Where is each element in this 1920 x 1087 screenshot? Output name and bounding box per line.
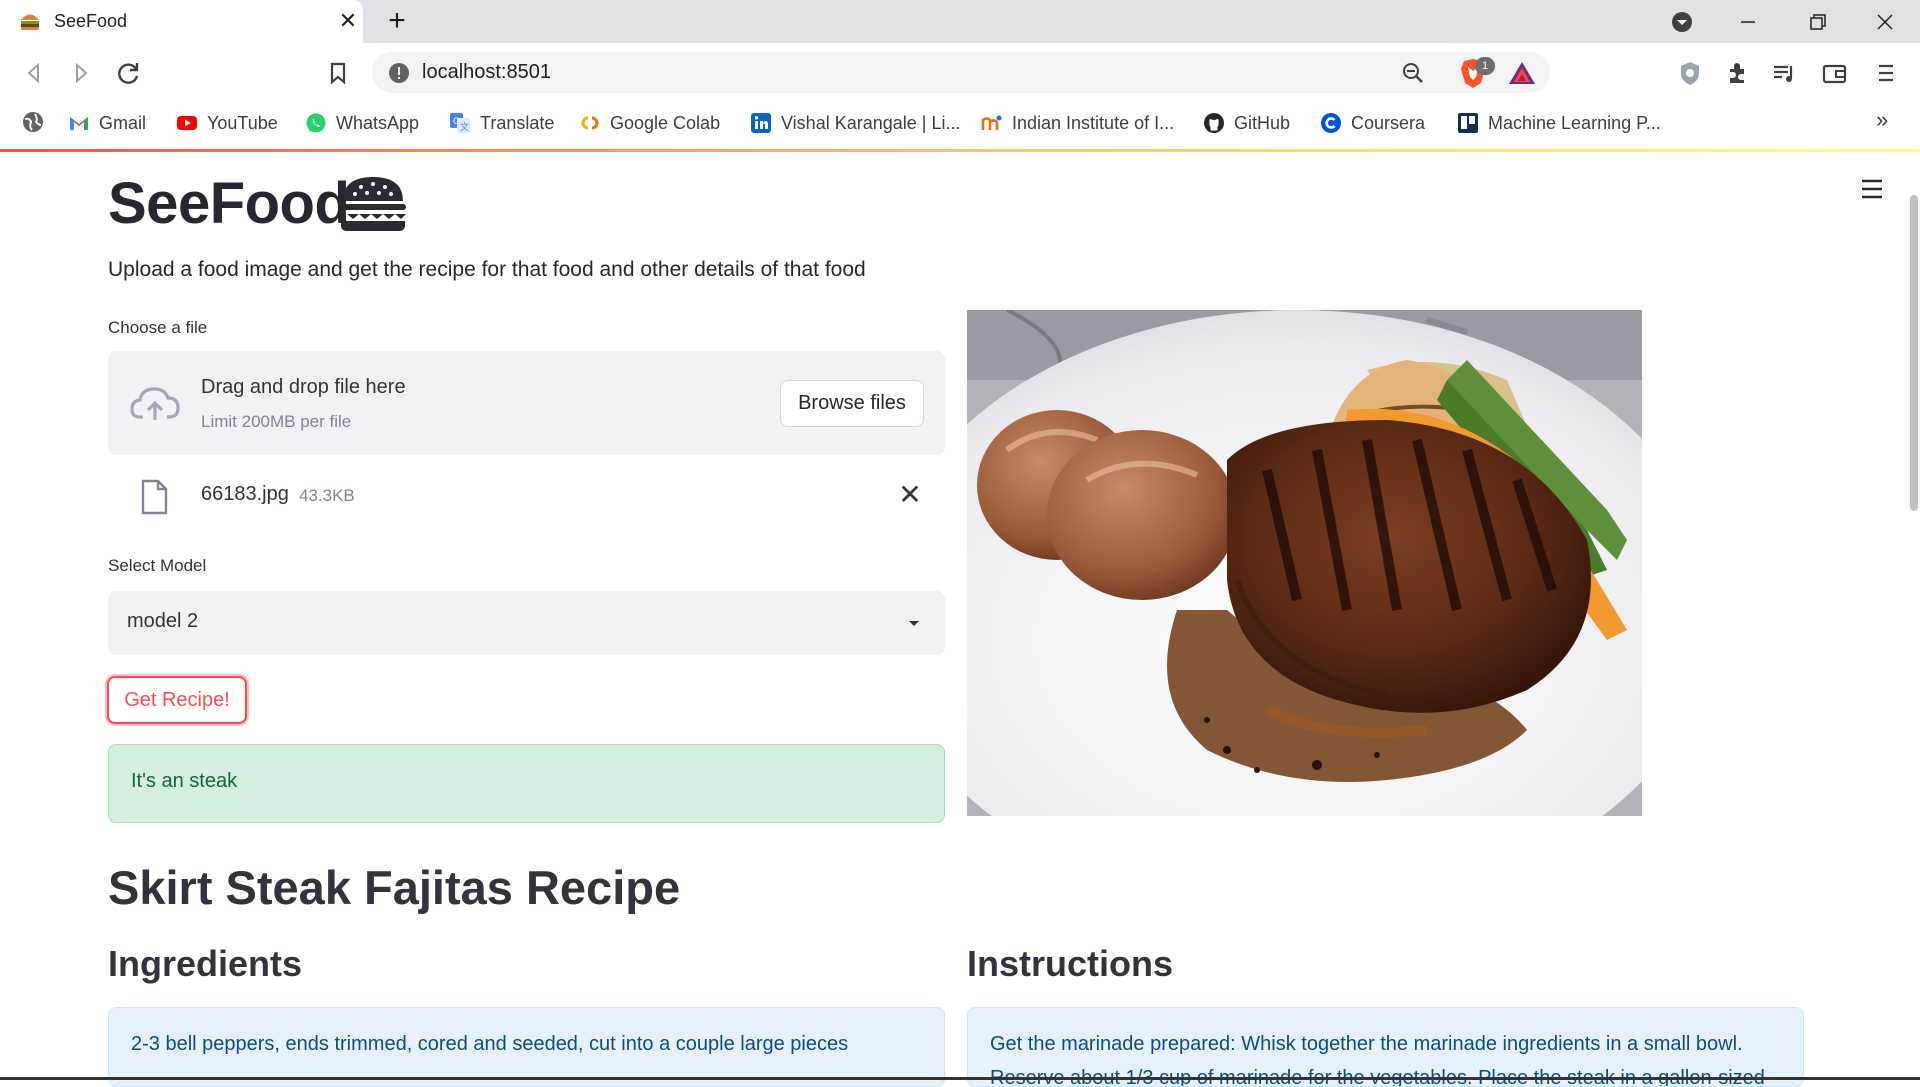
iit-icon [981,115,1002,130]
bookmark-github[interactable]: GitHub [1203,108,1290,138]
svg-text:G: G [453,116,460,126]
browser-menu-icon[interactable] [1870,57,1902,89]
whatsapp-icon [306,113,326,133]
bookmark-coursera[interactable]: Coursera [1320,108,1425,138]
bookmark-colab[interactable]: Google Colab [579,108,720,138]
select-model-label: Select Model [108,556,207,575]
bookmark-label: WhatsApp [336,112,420,133]
globe-icon[interactable] [21,110,45,134]
get-recipe-button[interactable]: Get Recipe! [107,676,247,724]
dropzone-limit: Limit 200MB per file [201,412,352,431]
page-subtitle: Upload a food image and get the recipe f… [108,258,866,281]
tab-strip: SeeFood ✕ + [0,0,1920,43]
chevron-down-icon[interactable] [905,614,923,632]
tab-search-icon[interactable] [1670,10,1694,34]
linkedin-icon [751,113,771,133]
recipe-title: Skirt Steak Fajitas Recipe [108,861,681,914]
browser-tab[interactable]: SeeFood ✕ [0,0,363,43]
trello-icon [1458,113,1478,133]
bookmark-label: YouTube [207,112,278,133]
github-icon [1204,113,1224,133]
cloud-upload-icon [130,387,180,420]
media-playlist-icon[interactable] [1768,57,1800,89]
file-icon [141,479,168,515]
uploaded-file-name: 66183.jpg [201,483,289,505]
instructions-heading: Instructions [967,943,1174,984]
bookmark-whatsapp[interactable]: WhatsApp [305,108,419,138]
file-uploader-label: Choose a file [108,318,208,337]
brave-rewards-icon[interactable] [1507,60,1537,86]
coursera-icon [1321,113,1341,133]
tab-close-icon[interactable]: ✕ [336,8,360,34]
bookmark-icon[interactable] [322,57,354,89]
bookmark-label: Indian Institute of I... [1012,112,1175,133]
tab-title: SeeFood [54,11,128,31]
close-window-icon[interactable] [1870,8,1900,36]
shield-icon[interactable] [1674,57,1706,89]
ingredients-heading: Ingredients [108,943,303,984]
instruction-line: Get the marinade prepared: Whisk togethe… [990,1033,1743,1055]
model-select-value[interactable]: model 2 [127,610,198,633]
bookmark-translate[interactable]: G文 Translate [449,108,554,138]
bookmark-label: Translate [480,112,555,133]
burger-favicon-icon [21,14,39,30]
bookmark-label: Coursera [1351,112,1426,133]
food-photo [967,310,1642,816]
bookmark-label: Vishal Karangale | Li... [781,112,961,133]
dropzone-instructions: Drag and drop file here [201,376,406,398]
site-info-icon[interactable] [388,62,410,84]
youtube-icon [177,116,197,130]
reload-icon[interactable] [113,57,145,89]
bookmark-label: Machine Learning P... [1488,112,1661,133]
remove-file-icon[interactable]: ✕ [897,480,923,510]
browse-files-button[interactable]: Browse files [780,380,924,427]
bookmark-trello[interactable]: Machine Learning P... [1457,108,1661,138]
minimize-icon[interactable] [1733,8,1763,36]
bookmark-linkedin[interactable]: Vishal Karangale | Li... [750,108,960,138]
bookmark-label: GitHub [1234,112,1291,133]
extensions-icon[interactable] [1721,57,1753,89]
bookmark-label: Google Colab [610,112,721,133]
instructions-box: Get the marinade prepared: Whisk togethe… [967,1007,1804,1087]
page-scrollbar[interactable] [1910,195,1918,511]
svg-text:文: 文 [460,121,469,132]
more-bookmarks-icon[interactable]: » [1876,107,1888,133]
ingredient-item: 2-3 bell peppers, ends trimmed, cored an… [131,1033,849,1055]
restore-icon[interactable] [1802,8,1832,36]
app-menu-icon[interactable] [1860,178,1884,200]
page-title: SeeFood [108,171,350,236]
translate-icon: G文 [450,113,470,133]
wallet-icon[interactable] [1818,57,1850,89]
bookmark-youtube[interactable]: YouTube [176,108,278,138]
brave-badge: 1 [1475,57,1495,75]
bookmark-iit[interactable]: Indian Institute of I... [981,108,1174,138]
bookmark-label: Gmail [99,112,147,133]
back-icon[interactable] [18,57,50,89]
colab-icon [581,116,599,130]
forward-icon[interactable] [65,57,97,89]
ingredients-box: 2-3 bell peppers, ends trimmed, cored an… [108,1007,945,1087]
new-tab-icon[interactable]: + [382,6,412,36]
model-select[interactable] [108,591,945,655]
zoom-icon[interactable] [1401,61,1425,85]
bookmark-gmail[interactable]: Gmail [68,108,146,138]
instruction-line: Reserve about 1/3 cup of marinade for th… [990,1061,1765,1086]
gmail-icon [70,117,88,130]
burger-icon [340,177,406,231]
url-text[interactable]: localhost:8501 [422,61,551,84]
prediction-text: It's an steak [131,770,238,792]
uploaded-file-size: 43.3KB [299,486,355,505]
